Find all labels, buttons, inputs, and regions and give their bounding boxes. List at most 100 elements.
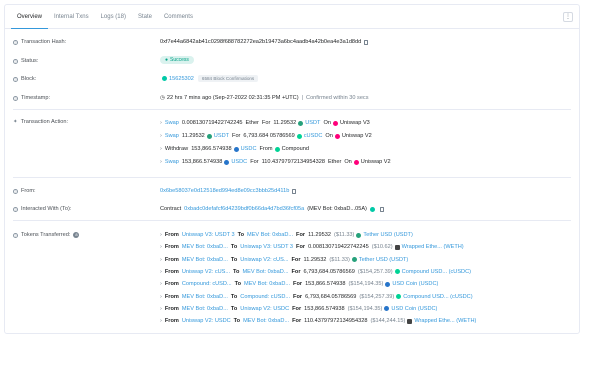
divider — [13, 109, 571, 110]
confirmed-within: Confirmed within 30 secs — [306, 95, 369, 101]
tab-overview[interactable]: Overview — [11, 5, 49, 29]
copy-icon[interactable] — [379, 206, 384, 212]
timestamp-label: ? Timestamp: — [13, 95, 51, 101]
bullet-icon: › — [160, 293, 162, 300]
from-label: From — [164, 244, 179, 251]
transfer-amount: 11.29532 — [303, 256, 327, 263]
divider — [13, 177, 571, 178]
transfer-from-link[interactable]: MEV Bot: 0xbaD... — [182, 257, 228, 263]
action-verb[interactable]: Swap — [165, 133, 179, 139]
transfer-from-link[interactable]: MEV Bot: 0xbaD... — [182, 306, 228, 312]
action-amount: 153,866.574938 — [191, 146, 232, 152]
contract-address-link[interactable]: 0xbadc0defafcf6d4239bdf0b66da4d7bd36fcf0… — [184, 206, 304, 212]
bullet-icon: › — [160, 268, 162, 275]
check-icon — [162, 76, 167, 81]
verified-check-icon — [369, 206, 375, 212]
tab-bar: Overview Internal Txns Logs (18) State C… — [5, 5, 579, 29]
action-dex: Uniswap V3 — [339, 120, 370, 126]
transfer-token-link[interactable]: Tether USD (USDT) — [359, 257, 408, 263]
copy-icon[interactable] — [364, 39, 369, 45]
transfer-usd: ($154,194.35) — [348, 281, 384, 288]
to-label: To — [237, 232, 245, 238]
compound-icon — [394, 269, 400, 275]
transfer-token-link[interactable]: USD Coin (USDC) — [392, 281, 438, 287]
action-token[interactable]: USDC — [241, 146, 257, 152]
transfer-token-link[interactable]: Wrapped Ethe... (WETH) — [402, 244, 464, 250]
from-label: From — [164, 256, 179, 263]
more-icon[interactable]: ⋮ — [563, 12, 573, 22]
action-line: › Swap 11.29532 USDT For 6,793.684 05786… — [160, 133, 372, 139]
token-transfer-row: › From MEV Bot: 0xbaD... To Uniswap V3: USDT… — [160, 244, 464, 250]
tx-action-label: ✦ Transaction Action: — [13, 119, 69, 125]
action-on: On — [344, 159, 352, 165]
transfer-token-link[interactable]: Wrapped Ethe... (WETH) — [414, 318, 476, 324]
transfer-token-link[interactable]: USD Coin (USDC) — [391, 306, 437, 312]
action-token[interactable]: USDC — [231, 159, 247, 165]
transfer-amount: 11.29532 — [308, 232, 331, 238]
transfer-from-link[interactable]: Compound: cUSD... — [182, 281, 232, 287]
bullet-icon: › — [160, 244, 162, 251]
action-token-2[interactable]: USDT — [305, 120, 320, 126]
from-label: From — [164, 293, 179, 300]
action-on: On — [325, 133, 333, 139]
action-line: › Swap 153,866.574938 USDC For 110.43797… — [160, 159, 391, 165]
from-address-link[interactable]: 0x6be58037e0d12518ed994ed8e09cc3bbb25d41… — [160, 188, 289, 194]
compound-icon — [274, 146, 280, 152]
tab-state[interactable]: State — [132, 5, 158, 29]
tab-logs[interactable]: Logs (18) — [95, 5, 132, 29]
transfer-to-link[interactable]: Uniswap V2: USDC — [240, 306, 289, 312]
for-label: For — [296, 244, 306, 251]
transfer-to-link[interactable]: Uniswap V2: cUS... — [240, 257, 288, 263]
contract-prefix: Contract — [160, 206, 182, 212]
action-amount-2: 6,793.684 05786569 — [243, 133, 295, 139]
transfer-from-link[interactable]: Uniswap V2: cUS... — [182, 269, 230, 275]
transfer-token-link[interactable]: Tether USD (USDT) — [363, 232, 412, 238]
transfer-to-link[interactable]: MEV Bot: 0xbaD... — [243, 318, 289, 324]
token-transfer-row: › From MEV Bot: 0xbaD... To Uniswap V2: USDC… — [160, 306, 437, 312]
tab-comments[interactable]: Comments — [158, 5, 199, 29]
copy-icon[interactable] — [292, 188, 297, 194]
transfer-token-link[interactable]: Compound USD... (cUSDC) — [402, 269, 471, 275]
transfer-usd: ($11.33) — [333, 232, 355, 238]
action-token: Ether — [245, 120, 259, 126]
status-value-wrap: ● Success — [160, 56, 194, 64]
for-label: For — [291, 268, 301, 275]
transfer-to-link[interactable]: MEV Bot: 0xbaD... — [247, 232, 293, 238]
for-label: For — [296, 232, 306, 238]
action-for: For — [232, 133, 241, 139]
transfer-from-link[interactable]: Uniswap V2: USDC — [182, 318, 231, 324]
to-label: To — [234, 281, 242, 288]
action-dex: Uniswap V2 — [341, 133, 372, 139]
transfer-from-link[interactable]: MEV Bot: 0xbaD... — [182, 294, 228, 300]
block-number-link[interactable]: 15625302 — [169, 76, 194, 82]
action-verb[interactable]: Swap — [165, 159, 179, 165]
transfer-from-link[interactable]: Uniswap V3: USDT 3 — [182, 232, 235, 238]
action-line: › Swap 0.008130719422742245 Ether For 11… — [160, 120, 370, 126]
transfer-token-link[interactable]: Compound USD... (cUSDC) — [403, 294, 472, 300]
usdc-icon — [233, 146, 239, 152]
token-transfer-row: › From Uniswap V3: USDT 3 To MEV Bot: 0xbaD.… — [160, 232, 413, 238]
transfer-usd: ($11.33) — [329, 256, 350, 263]
action-verb[interactable]: Swap — [165, 120, 179, 126]
action-amount-2: 110.43797972134954328 — [261, 159, 325, 165]
check-circle-icon: ● — [165, 57, 169, 63]
transfer-from-link[interactable]: MEV Bot: 0xbaD... — [182, 244, 228, 250]
action-amount: 153,866.574938 — [181, 159, 223, 165]
to-label: To — [233, 268, 240, 275]
status-label: ? Status: — [13, 58, 39, 64]
action-token[interactable]: USDT — [214, 133, 229, 139]
compound-icon — [296, 133, 302, 139]
transfer-to-link[interactable]: Compound: cUSD... — [240, 294, 290, 300]
transfer-to-link[interactable]: MEV Bot: 0xbaD... — [242, 269, 288, 275]
tab-internal-txns[interactable]: Internal Txns — [48, 5, 95, 29]
clock-icon: ◷ — [160, 95, 165, 101]
transfer-to-link[interactable]: Uniswap V3: USDT 3 — [240, 244, 293, 250]
help-icon: ? — [13, 58, 18, 64]
action-token-2[interactable]: cUSDC — [304, 133, 323, 139]
bullet-icon: › — [160, 146, 162, 152]
transfer-usd: ($144,244.15) — [370, 318, 406, 325]
transfer-to-link[interactable]: MEV Bot: 0xbaD... — [244, 281, 290, 287]
transfer-amount: 153,866.574938 — [305, 281, 346, 288]
transfer-usd: ($10.62) — [371, 244, 393, 251]
from-value-wrap: 0x6be58037e0d12518ed994ed8e09cc3bbb25d41… — [160, 188, 297, 194]
